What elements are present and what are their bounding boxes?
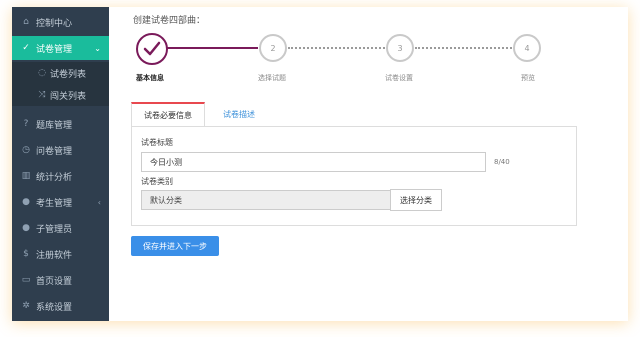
sidebar-item-label: 考生管理 (36, 198, 73, 209)
steps-title: 创建试卷四部曲： (133, 16, 206, 26)
sidebar-item-label: 子管理员 (36, 224, 73, 235)
step-4-circle: 4 (513, 34, 541, 62)
user-admin-icon: ● (22, 223, 30, 233)
step-1-label: 基本信息 (136, 74, 164, 82)
sidebar-item-system-settings[interactable]: ✲ 系统设置 (12, 294, 109, 318)
sidebar-item-label: 试卷管理 (36, 44, 73, 55)
sidebar-item-label: 首页设置 (36, 276, 73, 287)
category-field-label: 试卷类别 (141, 177, 173, 186)
sidebar-item-sub-admin[interactable]: ● 子管理员 (12, 216, 109, 240)
user-icon: ● (22, 197, 30, 207)
choose-category-button[interactable]: 选择分类 (390, 189, 442, 211)
sidebar-item-survey[interactable]: ◷ 问卷管理 (12, 138, 109, 162)
sidebar-item-label: 注册软件 (36, 250, 73, 261)
dollar-icon: $ (23, 249, 29, 259)
chevron-left-icon: ‹ (97, 197, 101, 207)
sidebar-item-label: 问卷管理 (36, 146, 73, 157)
check-circle-icon: ◌ (38, 68, 46, 78)
app-window: ⌂ 控制中心 ✓ 试卷管理 ⌄ ◌ 试卷列表 ⤨ 闯关列表 ? 题库管理 ◷ 问… (12, 7, 628, 321)
sidebar-item-label: 统计分析 (36, 172, 73, 183)
sidebar-item-label: 试卷列表 (50, 69, 87, 80)
tab-required-info[interactable]: 试卷必要信息 (131, 102, 205, 126)
sidebar-item-statistics[interactable]: ▥ 统计分析 (12, 164, 109, 188)
sidebar-item-exam-list[interactable]: ◌ 试卷列表 (12, 62, 109, 84)
step-connector (415, 47, 512, 49)
tab-description[interactable]: 试卷描述 (211, 102, 267, 126)
sidebar-item-exam-management[interactable]: ✓ 试卷管理 ⌄ (12, 36, 109, 60)
save-and-next-button[interactable]: 保存并进入下一步 (131, 236, 219, 256)
main-content: 创建试卷四部曲： 基本信息 2 选择试题 3 试卷设置 4 预览 试卷必要信息 … (109, 7, 628, 321)
step-2-circle: 2 (259, 34, 287, 62)
shuffle-icon: ⤨ (38, 90, 46, 100)
sidebar-item-question-bank[interactable]: ? 题库管理 (12, 112, 109, 136)
sidebar-item-label: 控制中心 (36, 18, 73, 29)
gear-icon: ✲ (22, 301, 30, 311)
home-icon: ⌂ (23, 17, 29, 27)
bar-chart-icon: ▥ (21, 171, 31, 181)
monitor-icon: ▭ (21, 275, 31, 285)
sidebar-item-register[interactable]: $ 注册软件 (12, 242, 109, 266)
sidebar-item-homepage-settings[interactable]: ▭ 首页设置 (12, 268, 109, 292)
question-icon: ? (23, 119, 29, 129)
sidebar: ⌂ 控制中心 ✓ 试卷管理 ⌄ ◌ 试卷列表 ⤨ 闯关列表 ? 题库管理 ◷ 问… (12, 7, 109, 321)
check-circle-icon: ✓ (22, 43, 30, 53)
step-1-circle (136, 33, 168, 65)
title-char-counter: 8/40 (494, 158, 510, 166)
sidebar-item-label: 题库管理 (36, 120, 73, 131)
category-display: 默认分类 (141, 190, 391, 210)
title-field-label: 试卷标题 (141, 138, 173, 147)
sidebar-item-challenge-list[interactable]: ⤨ 闯关列表 (12, 84, 109, 106)
title-input[interactable]: 今日小测 (141, 152, 486, 172)
step-3-label: 试卷设置 (385, 74, 413, 82)
chevron-down-icon: ⌄ (94, 43, 101, 53)
clock-icon: ◷ (22, 145, 30, 155)
step-connector (288, 47, 385, 49)
step-4-label: 预览 (521, 74, 535, 82)
check-icon (143, 41, 161, 56)
form-panel: 试卷标题 今日小测 8/40 试卷类别 默认分类 选择分类 (131, 126, 577, 226)
step-2-label: 选择试题 (258, 74, 286, 82)
sidebar-item-label: 系统设置 (36, 302, 73, 313)
sidebar-item-candidates[interactable]: ● 考生管理 ‹ (12, 190, 109, 214)
step-connector-done (166, 47, 258, 49)
sidebar-item-dashboard[interactable]: ⌂ 控制中心 (12, 10, 109, 34)
sidebar-item-label: 闯关列表 (50, 91, 87, 102)
step-3-circle: 3 (386, 34, 414, 62)
